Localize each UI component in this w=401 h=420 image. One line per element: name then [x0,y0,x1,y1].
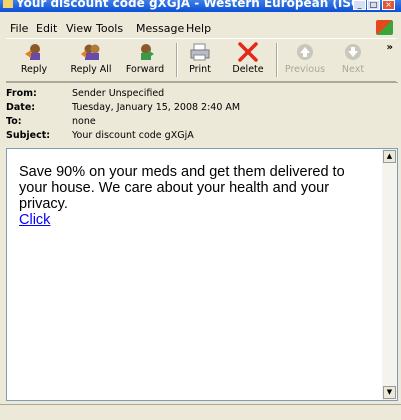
menu-tools[interactable]: Tools [96,22,123,35]
delete-x-icon [238,42,258,62]
reply-icon [25,44,40,60]
toolbar: Reply Reply All Forward Print Delete Pre… [6,38,396,82]
scroll-down-button[interactable]: ▼ [383,386,396,399]
window-title: Your discount code gXGjA - Western Europ… [16,0,367,10]
reply-button[interactable]: Reply [14,39,54,81]
message-body-text: Save 90% on your meds and get them deliv… [19,164,345,212]
title-bar: Your discount code gXGjA - Western Europ… [0,0,401,12]
click-link[interactable]: Click [19,212,50,228]
to-value: none [72,116,96,127]
windows-logo-icon [376,20,393,35]
date-value: Tuesday, January 15, 2008 2:40 AM [72,102,241,113]
previous-button[interactable]: Previous [282,39,328,81]
menu-bar: File Edit View Tools Message Help [0,19,401,37]
menu-file[interactable]: File [10,22,28,35]
forward-icon [141,44,154,60]
close-button[interactable]: × [382,0,395,10]
message-text: Save 90% on your meds and get them deliv… [19,164,374,228]
menu-view[interactable]: View [66,22,92,35]
down-arrow-icon [345,44,361,60]
printer-icon [190,43,210,61]
vertical-scrollbar[interactable]: ▲ ▼ [382,149,397,400]
forward-button[interactable]: Forward [121,39,169,81]
toolbar-separator [276,43,278,77]
message-header: From: Sender Unspecified Date: Tuesday, … [6,82,398,147]
up-arrow-icon [297,44,313,60]
from-value: Sender Unspecified [72,88,165,99]
menu-help[interactable]: Help [186,22,211,35]
minimize-button[interactable]: _ [353,0,366,10]
next-button[interactable]: Next [336,39,370,81]
scroll-up-button[interactable]: ▲ [383,150,396,163]
message-body[interactable]: Save 90% on your meds and get them deliv… [6,148,398,401]
delete-button[interactable]: Delete [228,39,268,81]
toolbar-separator [176,43,178,77]
status-bar [0,404,401,420]
toolbar-overflow-chevron[interactable]: » [387,42,393,53]
reply-all-button[interactable]: Reply All [68,39,114,81]
subject-value: Your discount code gXGjA [72,130,194,141]
maximize-button[interactable]: □ [367,0,380,10]
menu-edit[interactable]: Edit [36,22,57,35]
menu-message[interactable]: Message [136,22,184,35]
envelope-icon [3,0,13,8]
reply-all-icon [81,44,100,60]
print-button[interactable]: Print [183,39,217,81]
